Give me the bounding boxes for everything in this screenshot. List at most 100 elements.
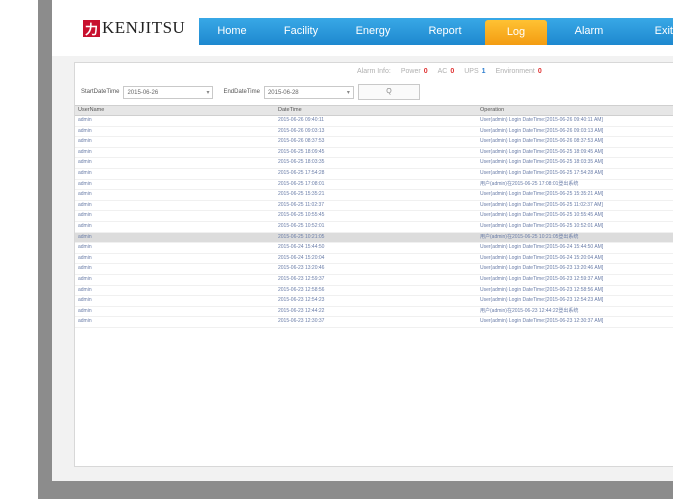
frame-bottom-border (38, 481, 673, 499)
cell-username: admin (78, 265, 92, 272)
cell-username: admin (78, 233, 92, 240)
cell-datetime: 2015-06-26 09:03:13 (278, 127, 325, 134)
table-row[interactable]: admin 2015-06-26 09:40:11 User(admin) Logi… (75, 116, 673, 127)
table-row[interactable]: admin 2015-06-23 12:30:37 User(admin) Logi… (75, 317, 673, 328)
cell-operation: User(admin) Login DateTime:[2015-06-26 0… (480, 127, 604, 134)
table-row[interactable]: admin 2015-06-26 09:03:13 User(admin) Logi… (75, 127, 673, 138)
alarm-item-power[interactable]: Power 0 (401, 68, 428, 75)
nav-alarm[interactable]: Alarm (553, 18, 625, 45)
alarm-info: Alarm Info: Power 0 AC 0 UPS 1 Environment 0 (357, 68, 542, 75)
nav-report[interactable]: Report (409, 18, 481, 45)
cell-operation: 用户(admin)在2015-06-25 10:21:05登出系统 (480, 233, 579, 240)
alarm-item-ac[interactable]: AC 0 (438, 68, 455, 75)
query-button[interactable]: Q (357, 84, 420, 100)
nav-energy[interactable]: Energy (337, 18, 409, 45)
table-body: admin 2015-06-26 09:40:11 User(admin) Logi… (75, 116, 673, 328)
cell-operation: User(admin) Login DateTime:[2015-06-24 1… (480, 244, 604, 251)
cell-operation: User(admin) Login DateTime:[2015-06-23 1… (480, 297, 604, 304)
table-row[interactable]: admin 2015-06-25 17:08:01 用户(admin)在2015-0… (75, 180, 673, 191)
alarm-info-label: Alarm Info: (357, 68, 391, 75)
cell-username: admin (78, 307, 92, 314)
cell-datetime: 2015-06-25 18:03:35 (278, 159, 325, 166)
alarm-item-environment[interactable]: Environment 0 (496, 68, 542, 75)
cell-datetime: 2015-06-26 08:37:53 (278, 138, 325, 145)
nav-facility[interactable]: Facility (265, 18, 337, 45)
cell-username: admin (78, 117, 92, 123)
header-datetime[interactable]: DateTime (275, 106, 477, 115)
table-row[interactable]: admin 2015-06-25 15:35:21 User(admin) Logi… (75, 190, 673, 201)
cell-operation: User(admin) Login DateTime:[2015-06-25 1… (480, 191, 604, 198)
chevron-down-icon[interactable]: ▾ (347, 87, 350, 100)
cell-username: admin (78, 212, 92, 219)
cell-username: admin (78, 169, 92, 176)
cell-datetime: 2015-06-25 17:54:28 (278, 169, 325, 176)
end-date-label: EndDateTime (223, 89, 260, 95)
table-row[interactable]: admin 2015-06-24 15:44:50 User(admin) Logi… (75, 243, 673, 254)
cell-operation: 用户(admin)在2015-06-23 12:44:22登出系统 (480, 307, 579, 314)
cell-username: admin (78, 180, 92, 187)
cell-datetime: 2015-06-25 15:35:21 (278, 191, 325, 198)
cell-datetime: 2015-06-23 12:59:37 (278, 275, 325, 282)
end-date-field[interactable]: 2015-06-28 ▾ (263, 85, 354, 100)
cell-datetime: 2015-06-23 12:58:56 (278, 286, 325, 293)
cell-operation: User(admin) Login DateTime:[2015-06-23 1… (480, 265, 604, 272)
cell-datetime: 2015-06-26 09:40:11 (278, 117, 325, 123)
cell-username: admin (78, 297, 92, 304)
header-operation[interactable]: Operation (477, 106, 673, 115)
table-row[interactable]: admin 2015-06-25 18:09:45 User(admin) Logi… (75, 148, 673, 159)
filter-bar: StartDateTime 2015-06-26 ▾ EndDateTime 2… (81, 84, 420, 100)
cell-operation: User(admin) Login DateTime:[2015-06-26 0… (480, 138, 604, 145)
cell-username: admin (78, 244, 92, 251)
table-row[interactable]: admin 2015-06-25 10:21:05 用户(admin)在2015-0… (75, 232, 673, 244)
header-username[interactable]: UserName (75, 106, 275, 115)
cell-datetime: 2015-06-25 18:09:45 (278, 148, 325, 155)
cell-username: admin (78, 201, 92, 208)
logo-mark-icon: 力 (83, 19, 100, 38)
nav-exit[interactable]: Exit (625, 18, 673, 45)
start-date-field[interactable]: 2015-06-26 ▾ (123, 85, 214, 100)
cell-username: admin (78, 138, 92, 145)
alarm-count-power: 0 (423, 68, 428, 75)
logo: 力 KENJITSU (83, 18, 185, 38)
header: 力 KENJITSU Home Facility Energy Report L… (52, 0, 673, 56)
cell-username: admin (78, 127, 92, 134)
table-row[interactable]: admin 2015-06-23 12:54:23 User(admin) Logi… (75, 296, 673, 307)
table-row[interactable]: admin 2015-06-24 15:20:04 User(admin) Logi… (75, 254, 673, 265)
table-row[interactable]: admin 2015-06-23 12:44:22 用户(admin)在2015-0… (75, 307, 673, 318)
table-header: UserName DateTime Operation (75, 105, 673, 116)
nav-log[interactable]: Log (485, 20, 547, 45)
app-window: 力 KENJITSU Home Facility Energy Report L… (52, 0, 673, 481)
cell-operation: User(admin) Login DateTime:[2015-06-23 1… (480, 275, 604, 282)
log-panel: Alarm Info: Power 0 AC 0 UPS 1 Environment 0… (74, 62, 673, 467)
nav-home[interactable]: Home (199, 18, 265, 45)
alarm-count-environment: 0 (537, 68, 542, 75)
cell-datetime: 2015-06-23 12:44:22 (278, 307, 325, 314)
cell-datetime: 2015-06-23 13:20:46 (278, 265, 325, 272)
cell-datetime: 2015-06-25 10:21:05 (278, 233, 325, 240)
table-row[interactable]: admin 2015-06-25 10:52:01 User(admin) Logi… (75, 222, 673, 233)
cell-datetime: 2015-06-23 12:30:37 (278, 318, 325, 325)
alarm-item-ups[interactable]: UPS 1 (464, 68, 485, 75)
table-row[interactable]: admin 2015-06-25 10:55:45 User(admin) Logi… (75, 211, 673, 222)
cell-username: admin (78, 318, 92, 325)
chevron-down-icon[interactable]: ▾ (206, 87, 209, 100)
alarm-count-ac: 0 (450, 68, 455, 75)
cell-operation: User(admin) Login DateTime:[2015-06-25 1… (480, 148, 604, 155)
cell-operation: 用户(admin)在2015-06-25 17:08:01登出系统 (480, 180, 579, 187)
table-row[interactable]: admin 2015-06-23 13:20:46 User(admin) Logi… (75, 264, 673, 275)
cell-username: admin (78, 286, 92, 293)
alarm-count-ups: 1 (481, 68, 486, 75)
main-nav: Home Facility Energy Report Log Alarm Ex… (199, 18, 673, 45)
table-row[interactable]: admin 2015-06-23 12:59:37 User(admin) Logi… (75, 275, 673, 286)
frame-left-border (38, 0, 52, 499)
cell-operation: User(admin) Login DateTime:[2015-06-25 1… (480, 169, 604, 176)
table-row[interactable]: admin 2015-06-25 17:54:28 User(admin) Logi… (75, 169, 673, 180)
table-row[interactable]: admin 2015-06-25 18:03:35 User(admin) Logi… (75, 158, 673, 169)
cell-datetime: 2015-06-25 17:08:01 (278, 180, 325, 187)
cell-operation: User(admin) Login DateTime:[2015-06-25 1… (480, 159, 604, 166)
table-row[interactable]: admin 2015-06-25 11:02:37 User(admin) Logi… (75, 201, 673, 212)
table-row[interactable]: admin 2015-06-23 12:58:56 User(admin) Logi… (75, 286, 673, 297)
table-row[interactable]: admin 2015-06-26 08:37:53 User(admin) Logi… (75, 137, 673, 148)
cell-datetime: 2015-06-24 15:44:50 (278, 244, 325, 251)
cell-datetime: 2015-06-25 11:02:37 (278, 201, 325, 208)
